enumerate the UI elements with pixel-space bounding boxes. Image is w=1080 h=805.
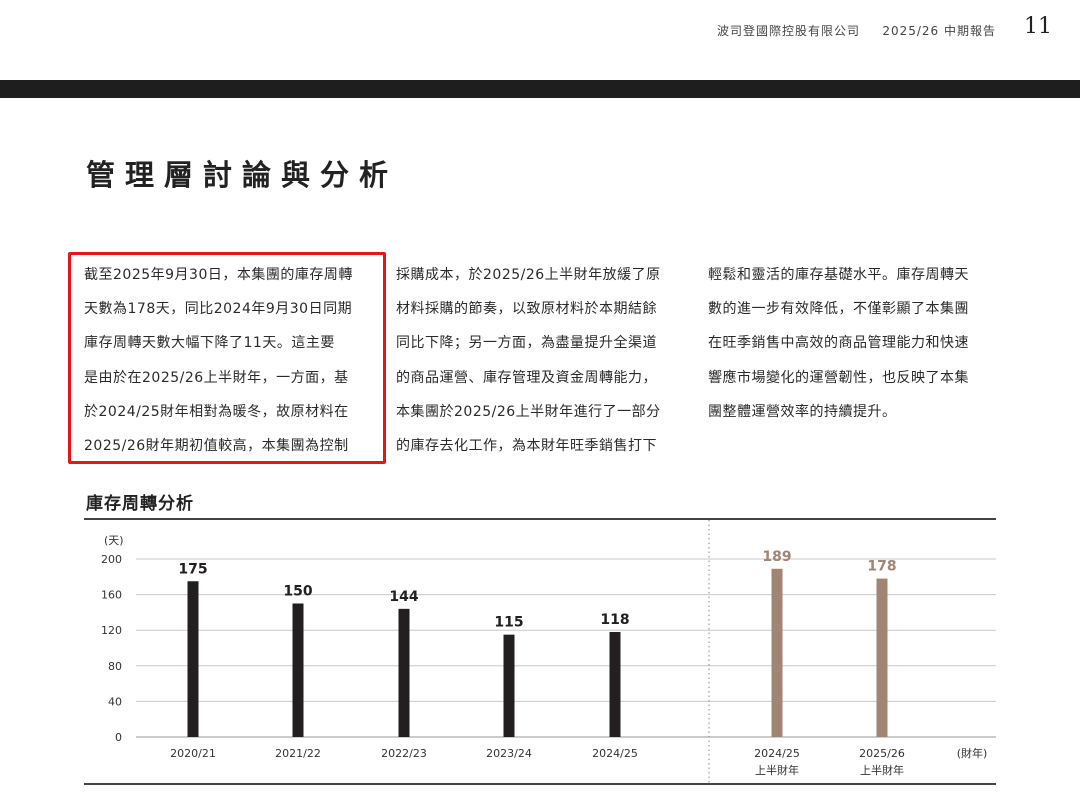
bar-2024-25 xyxy=(609,631,621,737)
bar-value-label: 178 xyxy=(867,559,896,575)
text-line: 在旺季銷售中高效的商品管理能力和快速 xyxy=(708,335,969,352)
x-tick-label: 2023/24 xyxy=(486,747,532,760)
y-tick-label: 0 xyxy=(115,731,122,744)
x-tick-label: 2022/23 xyxy=(381,747,427,760)
text-column-2: 採購成本，於2025/26上半財年放緩了原 材料採購的節奏，以致原材料於本期結餘… xyxy=(396,258,688,463)
x-tick-label: 上半財年 xyxy=(860,763,904,777)
section-title: 管理層討論與分析 xyxy=(86,158,399,192)
bar-2021-22 xyxy=(292,603,304,737)
x-tick-label: 2020/21 xyxy=(170,747,216,760)
highlight-box xyxy=(68,252,386,464)
text-line: 採購成本，於2025/26上半財年放緩了原 xyxy=(396,267,661,283)
page-number: 11 xyxy=(1024,14,1052,39)
y-tick-label: 160 xyxy=(101,589,122,602)
text-line: 輕鬆和靈活的庫存基礎水平。庫存周轉天 xyxy=(708,267,969,283)
y-tick-label: 80 xyxy=(108,660,122,673)
x-tick-label: 2025/26 xyxy=(859,747,905,760)
chart-title: 庫存周轉分析 xyxy=(86,494,194,514)
x-tick-label: 2024/25 xyxy=(592,747,638,760)
inventory-turnover-chart: 0 40 80 120 160 200 (天) 175 2020/21 150 2021/22 144… xyxy=(101,520,996,783)
bar-value-label: 189 xyxy=(762,549,791,565)
running-header: 波司登國際控股有限公司 2025/26 中期報告 11 xyxy=(0,14,1080,40)
x-tick-label: 上半財年 xyxy=(755,763,799,777)
x-axis-label: (財年) xyxy=(957,746,988,760)
y-tick-label: 200 xyxy=(101,553,122,566)
header-bar xyxy=(0,80,1080,98)
bar-value-label: 150 xyxy=(283,584,312,600)
chart-bottom-rule xyxy=(84,783,996,785)
y-axis-label: (天) xyxy=(104,534,124,547)
text-line: 本集團於2025/26上半財年進行了一部分 xyxy=(396,403,661,420)
x-tick-label: 2021/22 xyxy=(275,747,321,760)
company-name: 波司登國際控股有限公司 xyxy=(716,24,860,38)
report-title: 2025/26 中期報告 xyxy=(882,24,996,38)
y-tick-label: 120 xyxy=(101,624,122,637)
text-line: 的商品運營、庫存管理及資金周轉能力， xyxy=(396,369,657,386)
text-line: 的庫存去化工作，為本財年旺季銷售打下 xyxy=(396,438,657,455)
bar-value-label: 118 xyxy=(600,612,629,628)
bar-2025-26 xyxy=(876,578,888,737)
bar-value-label: 175 xyxy=(178,561,207,577)
text-line: 團整體運營效率的持續提升。 xyxy=(708,403,897,420)
y-tick-label: 40 xyxy=(108,695,122,708)
text-line: 同比下降；另一方面，為盡量提升全渠道 xyxy=(396,335,657,352)
x-tick-label: 2024/25 xyxy=(754,747,800,760)
bar-2020-21 xyxy=(187,581,199,737)
bar-2024-25 xyxy=(771,568,783,737)
bar-value-label: 115 xyxy=(494,615,523,631)
bar-2023-24 xyxy=(503,634,515,737)
text-line: 材料採購的節奏，以致原材料於本期結餘 xyxy=(396,301,657,318)
text-line: 響應市場變化的運營韌性，也反映了本集 xyxy=(708,369,969,386)
bar-2022-23 xyxy=(398,608,410,737)
bar-value-label: 144 xyxy=(389,589,418,605)
text-column-3: 輕鬆和靈活的庫存基礎水平。庫存周轉天 數的進一步有效降低，不僅彰顯了本集團 在旺… xyxy=(708,258,1000,429)
text-line: 數的進一步有效降低，不僅彰顯了本集團 xyxy=(708,301,969,318)
